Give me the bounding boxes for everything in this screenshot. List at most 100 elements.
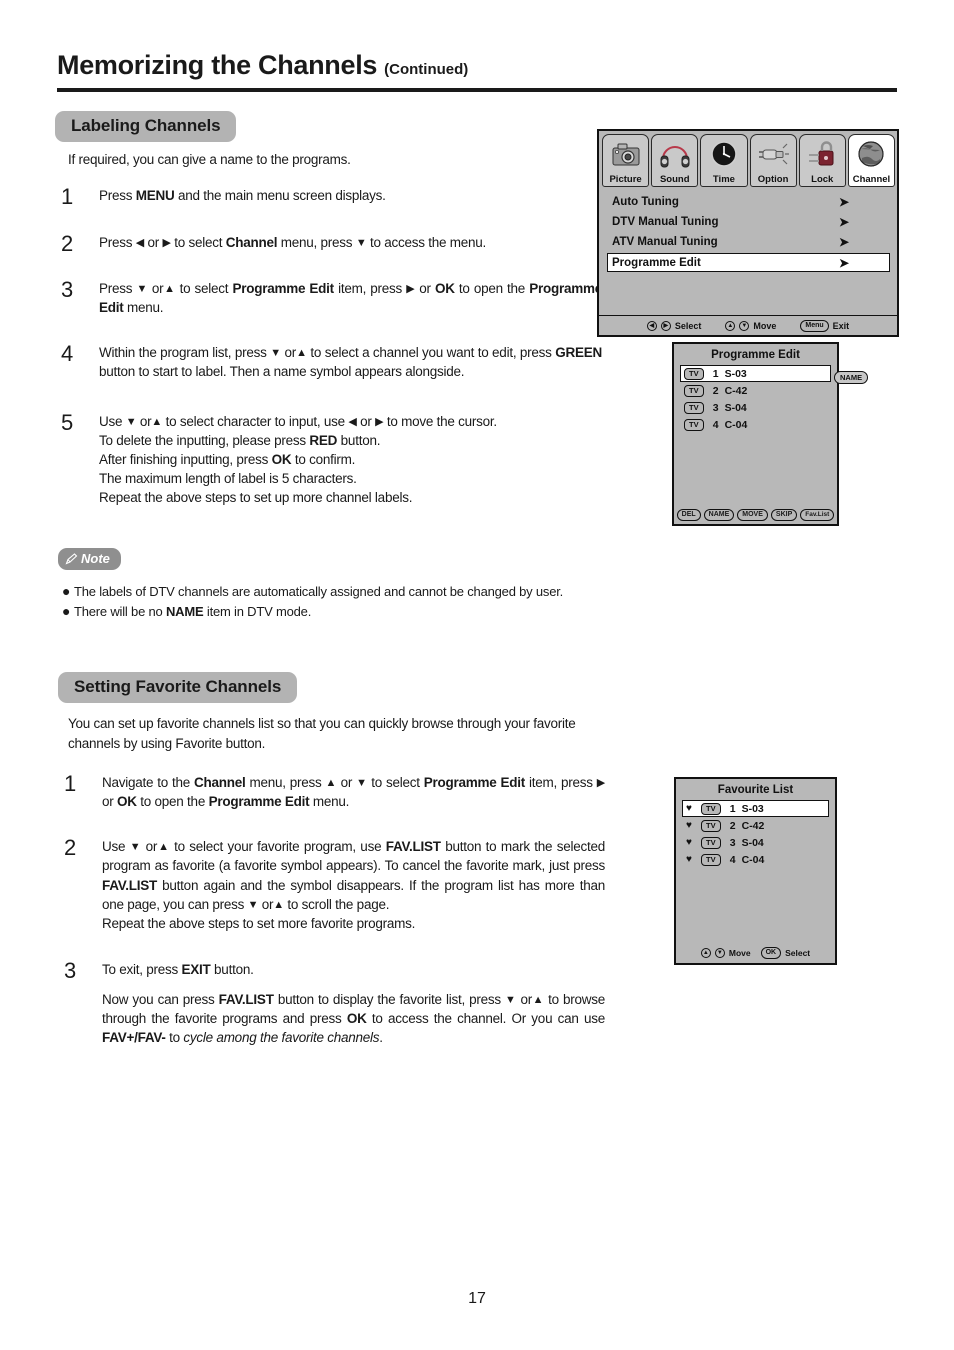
step-number: 1 <box>64 771 77 796</box>
step-text: Press ◀ or ▶ to select Channel menu, pre… <box>99 235 487 250</box>
tv-tag-badge: TV <box>684 401 704 414</box>
instruction-step: 3 To exit, press EXIT button. <box>60 960 605 982</box>
key-round-icon: ▼ <box>714 948 725 958</box>
step-number: 5 <box>61 409 74 435</box>
labeling-steps: 1 Press MENU and the main menu screen dis… <box>57 186 602 507</box>
osd-footer-label: Select <box>674 320 702 331</box>
step-number: 3 <box>61 277 74 302</box>
channel-row[interactable]: TV 1 S-03 <box>680 365 831 382</box>
note-text: The labels of DTV channels are automatic… <box>74 584 564 599</box>
step-number: 1 <box>61 184 74 209</box>
step-number: 2 <box>64 835 77 861</box>
channel-number: 4 <box>729 853 736 866</box>
step-number: 2 <box>61 231 74 256</box>
osd-footer-label: Exit <box>832 320 850 331</box>
channel-number: 2 <box>712 384 719 397</box>
osd-menu-item[interactable]: Programme Edit ➤ <box>607 253 890 272</box>
camera-icon-wrap <box>603 138 648 171</box>
channel-name: C-04 <box>741 853 765 866</box>
osd-tab-lock[interactable]: Lock <box>798 134 846 187</box>
osd-footer-hint: ▲ ▼ Move <box>725 320 776 331</box>
chevron-right-icon: ➤ <box>838 255 849 270</box>
plug-icon <box>759 143 790 165</box>
channel-row[interactable]: ♥ TV 3 S-04 <box>682 834 829 851</box>
page-number: 17 <box>468 1290 486 1307</box>
step-text: Press ▼ or▲ to select Programme Edit ite… <box>99 281 602 316</box>
key-round-icon: ▲ <box>725 320 736 331</box>
key-round-icon: ◀ <box>646 320 657 331</box>
instruction-step: Now you can press FAV.LIST button to dis… <box>60 990 605 1047</box>
osd-tab-label: Time <box>712 173 735 185</box>
channel-name: C-42 <box>724 384 748 397</box>
osd-favourite-list-title: Favourite List <box>717 784 794 796</box>
channel-number: 2 <box>729 819 736 832</box>
section-banner-favorite: Setting Favorite Channels <box>58 672 298 703</box>
page-header: Memorizing the Channels (Continued) <box>57 50 897 81</box>
channel-name: S-04 <box>741 836 764 849</box>
note-text: There will be no NAME item in DTV mode. <box>74 603 312 619</box>
osd-menu-item[interactable]: ATV Manual Tuning ➤ <box>607 233 890 251</box>
chevron-right-icon: ➤ <box>838 195 849 209</box>
programme-edit-button-skip[interactable]: SKIP <box>770 509 798 521</box>
osd-menu-item-label: Programme Edit <box>612 256 701 269</box>
osd-main-footer: ◀ ▶ Select ▲ ▼ Move Menu Exit <box>599 315 897 335</box>
step-number: 4 <box>61 341 74 367</box>
section-banner-labeling: Labeling Channels <box>55 111 237 142</box>
osd-footer-label: Select <box>785 948 811 958</box>
favorite-steps: 1 Navigate to the Channel menu, press ▲ o… <box>60 771 605 1048</box>
osd-tab-time[interactable]: Time <box>700 134 748 187</box>
step-text: Use ▼ or▲ to select character to input, … <box>99 413 497 506</box>
osd-programme-edit-title: Programme Edit <box>711 349 800 361</box>
favourite-list-footer: ▲ ▼ Move OK Select <box>676 947 835 959</box>
chevron-right-icon: ➤ <box>838 235 849 249</box>
channel-number: 3 <box>712 401 719 414</box>
tv-tag-badge: TV <box>701 836 721 849</box>
osd-tab-option[interactable]: Option <box>749 134 797 187</box>
globe-icon-wrap <box>849 138 894 171</box>
clock-icon <box>711 141 737 167</box>
name-symbol-badge: NAME <box>834 371 869 384</box>
note-item: ● The labels of DTV channels are automati… <box>62 582 662 602</box>
heart-icon: ♥ <box>686 802 692 814</box>
step-text: To exit, press EXIT button. <box>102 962 254 978</box>
instruction-step: 2 Press ◀ or ▶ to select Channel menu, pr… <box>57 233 602 255</box>
tv-tag-badge: TV <box>701 819 721 832</box>
osd-tab-picture[interactable]: Picture <box>602 134 650 187</box>
programme-edit-button-del[interactable]: DEL <box>676 509 701 521</box>
step-text: Now you can press FAV.LIST button to dis… <box>102 992 606 1046</box>
instruction-step: 4 Within the program list, press ▼ or▲ to… <box>57 343 602 381</box>
osd-tab-sound[interactable]: Sound <box>651 134 699 187</box>
osd-menu-item[interactable]: DTV Manual Tuning ➤ <box>607 213 890 231</box>
padlock-icon <box>809 141 834 166</box>
programme-edit-button-bar: DEL NAME MOVE SKIP Fav.List <box>674 509 837 521</box>
osd-menu-item-label: Auto Tuning <box>612 196 679 208</box>
channel-name: C-42 <box>741 819 765 832</box>
programme-edit-button-fav-list[interactable]: Fav.List <box>800 509 835 521</box>
osd-main-menu: Picture Sound Time Option Lock Channel Auto T… <box>597 129 899 337</box>
padlock-icon-wrap <box>800 138 845 171</box>
key-round-icon: ▼ <box>739 320 750 331</box>
osd-tab-label: Channel <box>852 173 891 185</box>
channel-row[interactable]: TV 2 C-42 <box>680 382 831 399</box>
step-text: Press MENU and the main menu screen disp… <box>99 188 386 203</box>
step-number <box>60 990 102 1047</box>
step-number: 3 <box>64 958 77 984</box>
tv-tag-badge: TV <box>684 418 704 431</box>
channel-row[interactable]: ♥ TV 2 C-42 <box>682 817 829 834</box>
channel-row[interactable]: ♥ TV 1 S-03 <box>682 800 829 817</box>
channel-name: C-04 <box>724 418 748 431</box>
headphones-icon-wrap <box>652 138 697 171</box>
channel-row[interactable]: ♥ TV 4 C-04 <box>682 851 829 868</box>
osd-menu-item-list: Auto Tuning ➤ DTV Manual Tuning ➤ ATV Manual… <box>599 187 897 272</box>
channel-row[interactable]: TV 3 S-04 <box>680 399 831 416</box>
heart-icon: ♥ <box>686 836 692 848</box>
osd-menu-item[interactable]: Auto Tuning ➤ <box>607 193 890 211</box>
osd-menu-item-label: ATV Manual Tuning <box>612 236 718 248</box>
channel-row[interactable]: TV 4 C-04 <box>680 416 831 433</box>
clock-icon-wrap <box>701 138 746 171</box>
instruction-step: 1 Navigate to the Channel menu, press ▲ o… <box>60 771 605 811</box>
osd-tab-channel[interactable]: Channel <box>847 134 896 187</box>
bullet-icon: ● <box>62 583 71 599</box>
programme-edit-button-name[interactable]: NAME <box>703 509 735 521</box>
programme-edit-button-move[interactable]: MOVE <box>737 509 768 521</box>
